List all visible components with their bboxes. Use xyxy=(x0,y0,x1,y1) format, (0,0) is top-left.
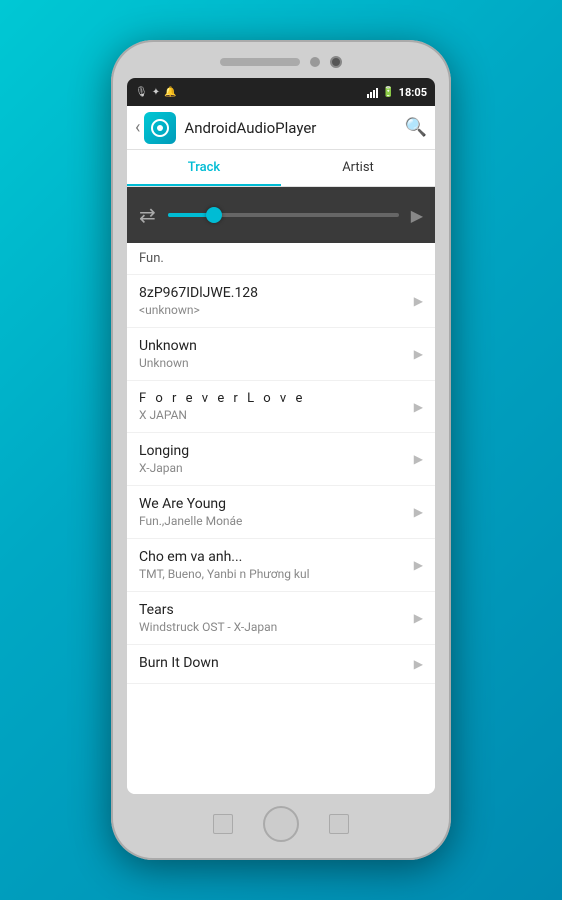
track-info: Unknown Unknown xyxy=(139,338,406,370)
home-button[interactable] xyxy=(263,806,299,842)
app-toolbar: ‹ AndroidAudioPlayer 🔍 xyxy=(127,106,435,150)
track-title: Cho em va anh... xyxy=(139,549,406,565)
track-artist: Windstruck OST - X-Japan xyxy=(139,620,406,634)
progress-thumb[interactable] xyxy=(206,207,222,223)
status-icons-right: 🔋 18:05 xyxy=(367,86,427,99)
track-title: Longing xyxy=(139,443,406,459)
track-arrow: ▶ xyxy=(414,294,423,308)
track-info: Longing X-Japan xyxy=(139,443,406,475)
phone-bottom-nav xyxy=(213,804,349,844)
back-nav-button[interactable] xyxy=(213,814,233,834)
track-info: Tears Windstruck OST - X-Japan xyxy=(139,602,406,634)
track-arrow: ▶ xyxy=(414,657,423,671)
track-arrow: ▶ xyxy=(414,505,423,519)
back-button[interactable]: ‹ xyxy=(135,117,140,138)
app-icon xyxy=(144,112,176,144)
track-arrow: ▶ xyxy=(414,452,423,466)
section-label-fun: Fun. xyxy=(127,243,435,275)
app-icon-inner xyxy=(151,119,169,137)
signal-bar-1 xyxy=(367,94,369,98)
dot-sensor xyxy=(310,57,320,67)
progress-track[interactable] xyxy=(168,213,399,217)
list-item[interactable]: Tears Windstruck OST - X-Japan ▶ xyxy=(127,592,435,645)
track-title: Unknown xyxy=(139,338,406,354)
bluetooth-icon: ✦ xyxy=(152,87,160,98)
track-arrow: ▶ xyxy=(414,400,423,414)
phone-frame: 🎙 ✦ 🔔 🔋 18:05 ‹ AndroidAudioPla xyxy=(111,40,451,860)
list-item[interactable]: Cho em va anh... TMT, Bueno, Yanbi n Phư… xyxy=(127,539,435,592)
track-artist: Fun.,Janelle Monáe xyxy=(139,514,406,528)
track-artist: Unknown xyxy=(139,356,406,370)
alarm-icon: 🔔 xyxy=(164,87,176,98)
tabs-bar: Track Artist xyxy=(127,150,435,187)
track-info: F o r e v e r L o v e X JAPAN xyxy=(139,391,406,422)
list-item[interactable]: We Are Young Fun.,Janelle Monáe ▶ xyxy=(127,486,435,539)
track-info: 8zP967IDlJWE.128 <unknown> xyxy=(139,285,406,317)
track-list: Fun. 8zP967IDlJWE.128 <unknown> ▶ Unknow… xyxy=(127,243,435,794)
list-item[interactable]: Unknown Unknown ▶ xyxy=(127,328,435,381)
track-title: 8zP967IDlJWE.128 xyxy=(139,285,406,301)
battery-icon: 🔋 xyxy=(382,87,394,98)
phone-screen: 🎙 ✦ 🔔 🔋 18:05 ‹ AndroidAudioPla xyxy=(127,78,435,794)
signal-bar-3 xyxy=(373,90,375,98)
status-bar: 🎙 ✦ 🔔 🔋 18:05 xyxy=(127,78,435,106)
track-title: We Are Young xyxy=(139,496,406,512)
track-info: We Are Young Fun.,Janelle Monáe xyxy=(139,496,406,528)
search-icon[interactable]: 🔍 xyxy=(405,117,427,138)
track-title: Burn It Down xyxy=(139,655,406,671)
status-time: 18:05 xyxy=(399,86,427,99)
signal-bar-4 xyxy=(376,88,378,98)
track-artist: <unknown> xyxy=(139,303,406,317)
track-title: Tears xyxy=(139,602,406,618)
recent-nav-button[interactable] xyxy=(329,814,349,834)
front-camera xyxy=(330,56,342,68)
track-artist: X JAPAN xyxy=(139,408,406,422)
tab-track[interactable]: Track xyxy=(127,150,281,186)
seekbar-row: ⇄ ▶ xyxy=(127,187,435,243)
shuffle-icon[interactable]: ⇄ xyxy=(139,203,156,227)
track-info: Burn It Down xyxy=(139,655,406,673)
phone-top-bar xyxy=(127,56,435,68)
tab-artist[interactable]: Artist xyxy=(281,150,435,186)
list-item[interactable]: F o r e v e r L o v e X JAPAN ▶ xyxy=(127,381,435,433)
signal-bar-2 xyxy=(370,92,372,98)
track-info: Cho em va anh... TMT, Bueno, Yanbi n Phư… xyxy=(139,549,406,581)
app-title: AndroidAudioPlayer xyxy=(184,119,404,137)
track-title: F o r e v e r L o v e xyxy=(139,391,406,406)
track-artist: TMT, Bueno, Yanbi n Phương kul xyxy=(139,567,406,581)
list-item[interactable]: 8zP967IDlJWE.128 <unknown> ▶ xyxy=(127,275,435,328)
track-artist: X-Japan xyxy=(139,461,406,475)
list-item[interactable]: Longing X-Japan ▶ xyxy=(127,433,435,486)
signal-bars xyxy=(367,86,378,98)
mic-icon: 🎙 xyxy=(135,87,148,98)
speaker-grille xyxy=(220,58,300,66)
track-arrow: ▶ xyxy=(414,558,423,572)
status-icons-left: 🎙 ✦ 🔔 xyxy=(135,87,177,98)
list-item[interactable]: Burn It Down ▶ xyxy=(127,645,435,684)
track-arrow: ▶ xyxy=(414,347,423,361)
more-icon[interactable]: ▶ xyxy=(411,206,423,225)
track-arrow: ▶ xyxy=(414,611,423,625)
